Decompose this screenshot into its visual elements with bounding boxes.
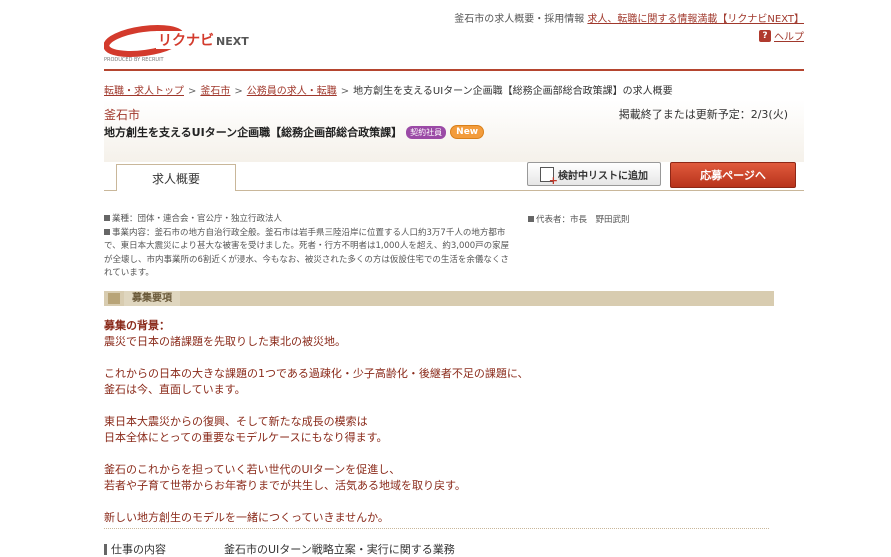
top-tagline: 釜石市の求人概要・採用情報 求人、転職に関する情報満載【リクナビNEXT】 bbox=[454, 10, 804, 25]
apply-button[interactable]: 応募ページへ bbox=[670, 162, 796, 188]
add-to-list-label: 検討中リストに追加 bbox=[558, 170, 648, 182]
breadcrumb-separator: > bbox=[188, 86, 197, 97]
section-title: 募集要項 bbox=[108, 291, 180, 306]
body-line: 日本全体にとっての重要なモデルケースにもなり得ます。 bbox=[104, 431, 388, 444]
bullet-icon bbox=[104, 215, 110, 221]
bullet-icon bbox=[528, 216, 534, 222]
help-link-area[interactable]: ? ヘルプ bbox=[759, 28, 804, 43]
help-icon: ? bbox=[759, 29, 771, 42]
representative-info: 代表者：市長 野田武則 bbox=[528, 213, 630, 225]
background-heading: 募集の背景： bbox=[104, 319, 170, 332]
end-date: 掲載終了または更新予定：2/3(火) bbox=[618, 108, 788, 121]
new-badge: New bbox=[450, 125, 485, 139]
business-text: 事業内容：釜石市の地方自治行政全般。釜石市は岩手県三陸沿岸に位置する人口約3万7… bbox=[104, 227, 510, 279]
bullet-bar-icon bbox=[104, 543, 107, 555]
contract-badge: 契約社員 bbox=[406, 125, 447, 139]
detail-value: 釜石市のUIターン戦略立案・実行に関する業務 bbox=[224, 543, 455, 556]
breadcrumb-separator: > bbox=[340, 86, 350, 97]
body-line: これからの日本の大きな課題の1つである過疎化・少子高齢化・後継者不足の課題に、 bbox=[104, 367, 529, 380]
bullet-icon bbox=[104, 228, 110, 235]
breadcrumb: 転職・求人トップ > 釜石市 > 公務員の求人・転職 > 地方創生を支えるUIターン企画職【… bbox=[104, 82, 673, 97]
tagline-link[interactable]: 求人、転職に関する情報満載【リクナビNEXT】 bbox=[587, 14, 804, 25]
job-title: 地方創生を支えるUIターン企画職【総務企画部総合政策課】 契約社員 New bbox=[104, 124, 485, 140]
industry-row: 業種：団体・連合会・官公庁・独立行政法人 bbox=[104, 213, 516, 227]
body-line: 釜石は今、直面しています。 bbox=[104, 383, 246, 396]
detail-key-text: 仕事の内容 bbox=[111, 543, 166, 556]
body-line: 若者や子育て世帯からお年寄りまでが共生し、活気ある地域を取り戻す。 bbox=[104, 479, 466, 492]
representative-text: 代表者：市長 野田武則 bbox=[536, 215, 630, 225]
recruitment-background: 募集の背景： 震災で日本の諸課題を先取りした東北の被災地。 これからの日本の大き… bbox=[104, 318, 784, 526]
industry-text: 業種：団体・連合会・官公庁・独立行政法人 bbox=[112, 214, 283, 224]
breadcrumb-item-public[interactable]: 公務員の求人・転職 bbox=[247, 86, 337, 97]
breadcrumb-current: 地方創生を支えるUIターン企画職【総務企画部総合政策課】の求人概要 bbox=[353, 86, 673, 97]
body-line: 釜石のこれからを担っていく若い世代のUIターンを促進し、 bbox=[104, 463, 401, 476]
body-line: 震災で日本の諸課題を先取りした東北の被災地。 bbox=[104, 335, 346, 348]
tab-overview[interactable]: 求人概要 bbox=[116, 164, 236, 191]
header-divider bbox=[104, 69, 804, 71]
job-title-area: 釜石市 地方創生を支えるUIターン企画職【総務企画部総合政策課】 契約社員 Ne… bbox=[104, 100, 804, 162]
section-header: 募集要項 bbox=[104, 291, 774, 306]
company-name: 釜石市 bbox=[104, 108, 141, 122]
breadcrumb-item-top[interactable]: 転職・求人トップ bbox=[104, 86, 184, 97]
tagline-text: 釜石市の求人概要・採用情報 bbox=[454, 14, 585, 25]
help-link[interactable]: ヘルプ bbox=[774, 28, 804, 43]
page: リクナビ NEXT PRODUCED BY RECRUIT 釜石市の求人概要・採… bbox=[0, 0, 891, 557]
dotted-divider bbox=[104, 528, 769, 529]
add-to-list-button[interactable]: 検討中リストに追加 bbox=[527, 162, 661, 187]
logo-produced: PRODUCED BY RECRUIT bbox=[104, 57, 165, 63]
body-line: 新しい地方創生のモデルを一緒につくっていきませんか。 bbox=[104, 511, 389, 524]
business-row: 事業内容：釜石市の地方自治行政全般。釜石市は岩手県三陸沿岸に位置する人口約3万7… bbox=[104, 227, 516, 281]
logo-text: リクナビ bbox=[158, 33, 214, 49]
breadcrumb-separator: > bbox=[234, 86, 243, 97]
body-line: 東日本大震災からの復興、そして新たな成長の模索は bbox=[104, 415, 368, 428]
logo-next: NEXT bbox=[216, 35, 249, 48]
company-info: 業種：団体・連合会・官公庁・独立行政法人 事業内容：釜石市の地方自治行政全般。釜… bbox=[104, 213, 516, 281]
job-title-text: 地方創生を支えるUIターン企画職【総務企画部総合政策課】 bbox=[104, 126, 403, 139]
rikunabi-next-logo[interactable]: リクナビ NEXT PRODUCED BY RECRUIT bbox=[104, 23, 264, 65]
detail-key: 仕事の内容 bbox=[104, 541, 166, 557]
breadcrumb-item-kamaishi[interactable]: 釜石市 bbox=[200, 86, 230, 97]
list-add-icon bbox=[540, 166, 558, 187]
